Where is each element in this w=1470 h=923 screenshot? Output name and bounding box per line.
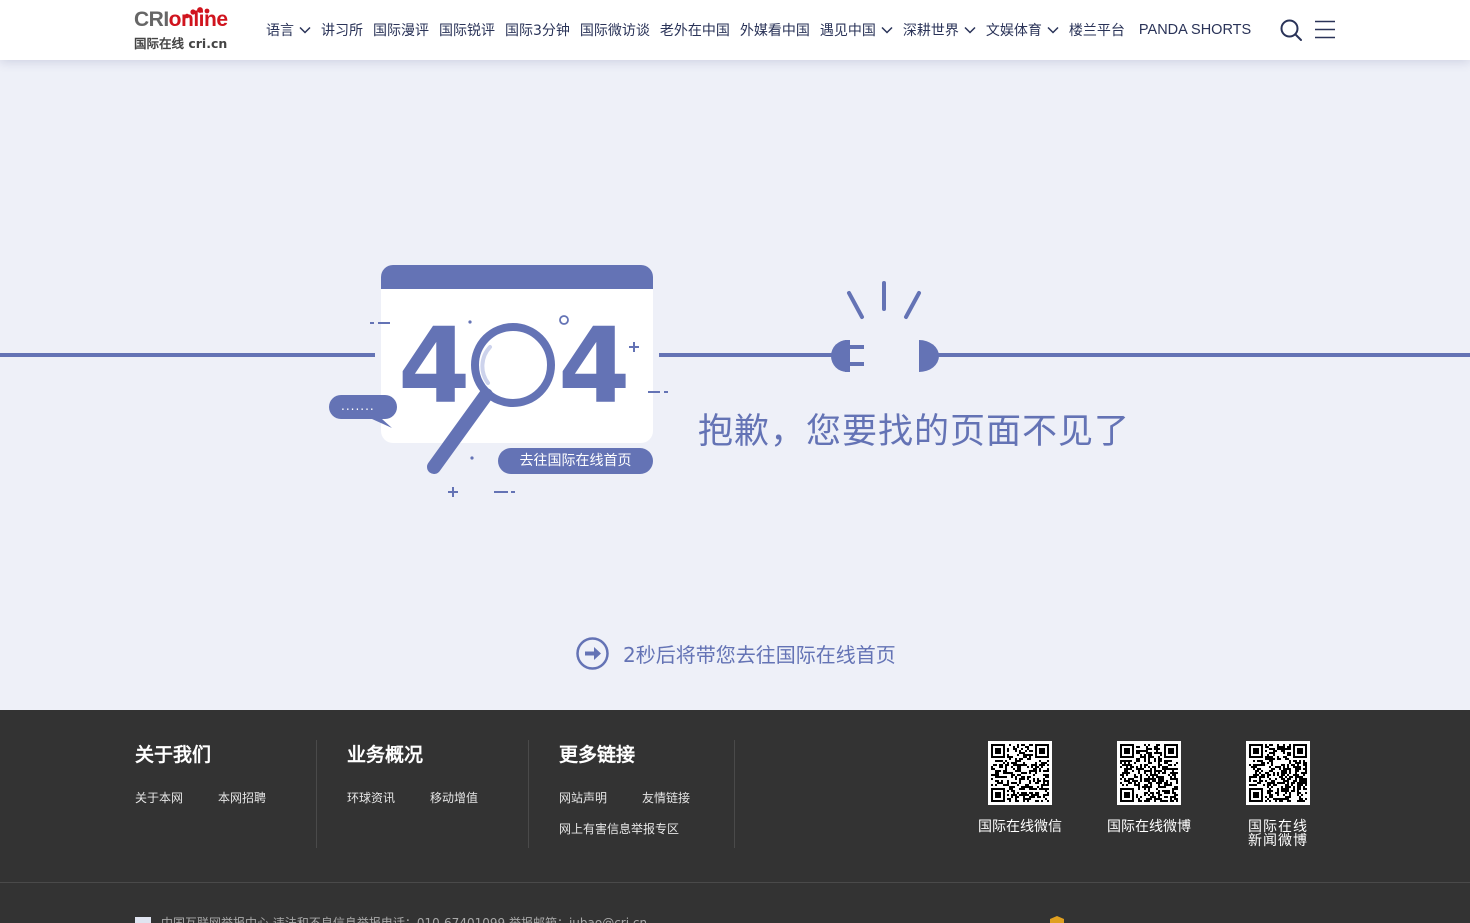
- footer-about: 关于我们 关于本网 本网招聘: [135, 740, 285, 848]
- nav-item-label: 外媒看中国: [739, 23, 810, 39]
- chevron-down-icon: [1047, 26, 1059, 34]
- nav-item-label: 国际微访谈: [579, 23, 650, 39]
- qr-news-weibo[interactable]: 国际在线 新闻微博: [1244, 741, 1312, 848]
- nav-item-5[interactable]: 国际微访谈: [580, 20, 650, 40]
- nav-item-0[interactable]: 语言: [266, 20, 311, 40]
- nav-item-12[interactable]: PANDA SHORTS: [1139, 22, 1251, 38]
- plug-icon: [831, 340, 864, 372]
- nav-item-label: 国际漫评: [373, 23, 429, 39]
- site-header: CRIonline 国际在线 cri.cn 语言 讲习所 国际漫评 国际锐评 国际3分钟…: [0, 0, 1470, 60]
- svg-text:.......: .......: [341, 399, 375, 413]
- footer-link-report-zone[interactable]: 网上有害信息举报专区: [559, 820, 679, 837]
- nav-item-label: 楼兰平台: [1068, 23, 1125, 39]
- 404-illustration: 4 4 .......: [0, 265, 1470, 497]
- go-home-button[interactable]: 去往国际在线首页: [498, 448, 653, 474]
- not-found-message: 抱歉，您要找的页面不见了: [698, 412, 1131, 452]
- nav-item-7[interactable]: 外媒看中国: [740, 20, 810, 40]
- qr-wechat-label: 国际在线微信: [978, 819, 1062, 835]
- footer-link-about-site[interactable]: 关于本网: [135, 789, 183, 806]
- socket-icon: [919, 340, 939, 372]
- nav-item-3[interactable]: 国际锐评: [439, 20, 495, 40]
- footer-about-title: 关于我们: [135, 744, 212, 766]
- redirect-notice[interactable]: 2秒后将带您去往国际在线首页: [576, 636, 896, 670]
- nav-item-label: PANDA SHORTS: [1138, 22, 1252, 38]
- logo-dots-icon: [184, 7, 210, 19]
- police-badge-icon: [1050, 916, 1064, 923]
- svg-text:4: 4: [398, 305, 470, 427]
- nav-item-4[interactable]: 国际3分钟: [505, 20, 570, 40]
- nav-item-label: 国际锐评: [439, 23, 495, 39]
- footer-bottom: 中国互联网举报中心 违法和不良信息举报电话：010-67401099 举报邮箱：…: [135, 914, 647, 923]
- site-footer: 关于我们 关于本网 本网招聘 业务概况 环球资讯 移动增值 更多链接 网站声明 …: [0, 710, 1470, 923]
- nav-item-10[interactable]: 文娱体育: [986, 20, 1059, 40]
- arrow-right-circle-icon: [576, 636, 609, 670]
- menu-icon[interactable]: [1315, 20, 1335, 39]
- redirect-text: 2秒后将带您去往国际在线首页: [623, 642, 896, 667]
- footer-divider: [316, 740, 317, 848]
- chevron-down-icon: [299, 26, 311, 34]
- footer-link-global-news[interactable]: 环球资讯: [347, 789, 395, 806]
- nav-item-9[interactable]: 深耕世界: [903, 20, 976, 40]
- nav-item-label: 遇见中国: [819, 23, 876, 39]
- footer-business: 业务概况 环球资讯 移动增值: [347, 740, 507, 848]
- footer-more: 更多链接 网站声明 友情链接 网上有害信息举报专区: [559, 740, 719, 848]
- footer-link-statement[interactable]: 网站声明: [559, 789, 607, 806]
- nav-item-11[interactable]: 楼兰平台: [1069, 20, 1125, 40]
- nav-item-label: 老外在中国: [659, 23, 730, 39]
- qr-weibo[interactable]: 国际在线微博: [1107, 741, 1191, 834]
- nav-item-label: 深耕世界: [902, 23, 959, 39]
- nav-item-label: 国际3分钟: [505, 23, 570, 39]
- nav-item-1[interactable]: 讲习所: [321, 20, 363, 40]
- chevron-down-icon: [881, 26, 893, 34]
- qr-wechat[interactable]: 国际在线微信: [978, 741, 1062, 834]
- cri-logo[interactable]: CRIonline 国际在线 cri.cn: [134, 7, 238, 51]
- qr-code-icon: [991, 744, 1049, 802]
- nav-item-label: 讲习所: [321, 23, 363, 39]
- nav-item-2[interactable]: 国际漫评: [373, 20, 429, 40]
- footer-more-title: 更多链接: [559, 744, 636, 766]
- qr-code-icon: [1120, 744, 1178, 802]
- svg-text:4: 4: [558, 305, 630, 427]
- qr-news-weibo-label-2: 新闻微博: [1248, 833, 1308, 849]
- qr-weibo-label: 国际在线微博: [1107, 819, 1191, 835]
- nav-item-6[interactable]: 老外在中国: [660, 20, 730, 40]
- footer-divider: [528, 740, 529, 848]
- footer-link-mobile-vas[interactable]: 移动增值: [430, 789, 478, 806]
- footer-separator: [0, 882, 1470, 883]
- footer-business-title: 业务概况: [347, 744, 424, 766]
- main-nav: 语言 讲习所 国际漫评 国际锐评 国际3分钟 国际微访谈 老外在中国 外媒看中国 遇见中国 深耕世…: [266, 0, 1261, 60]
- footer-report-text: 中国互联网举报中心 违法和不良信息举报电话：010-67401099 举报邮箱：…: [161, 916, 648, 923]
- nav-item-label: 语言: [266, 23, 294, 39]
- footer-link-careers[interactable]: 本网招聘: [218, 789, 266, 806]
- qr-code-icon: [1249, 744, 1307, 802]
- report-center-icon: [135, 916, 151, 923]
- logo-cri-text: CRI: [134, 8, 169, 31]
- qr-news-weibo-label-1: 国际在线: [1248, 819, 1308, 835]
- footer-divider: [734, 740, 735, 848]
- nav-item-8[interactable]: 遇见中国: [820, 20, 893, 40]
- search-icon[interactable]: [1279, 18, 1303, 42]
- error-main: 4 4 ....... 去往国际在线首页 抱歉，您要找的页面不见了 2秒后将带您…: [0, 60, 1470, 710]
- chevron-down-icon: [964, 26, 976, 34]
- nav-item-label: 文娱体育: [985, 23, 1042, 39]
- footer-link-friend-links[interactable]: 友情链接: [642, 789, 690, 806]
- logo-subtitle: 国际在线 cri.cn: [134, 36, 228, 51]
